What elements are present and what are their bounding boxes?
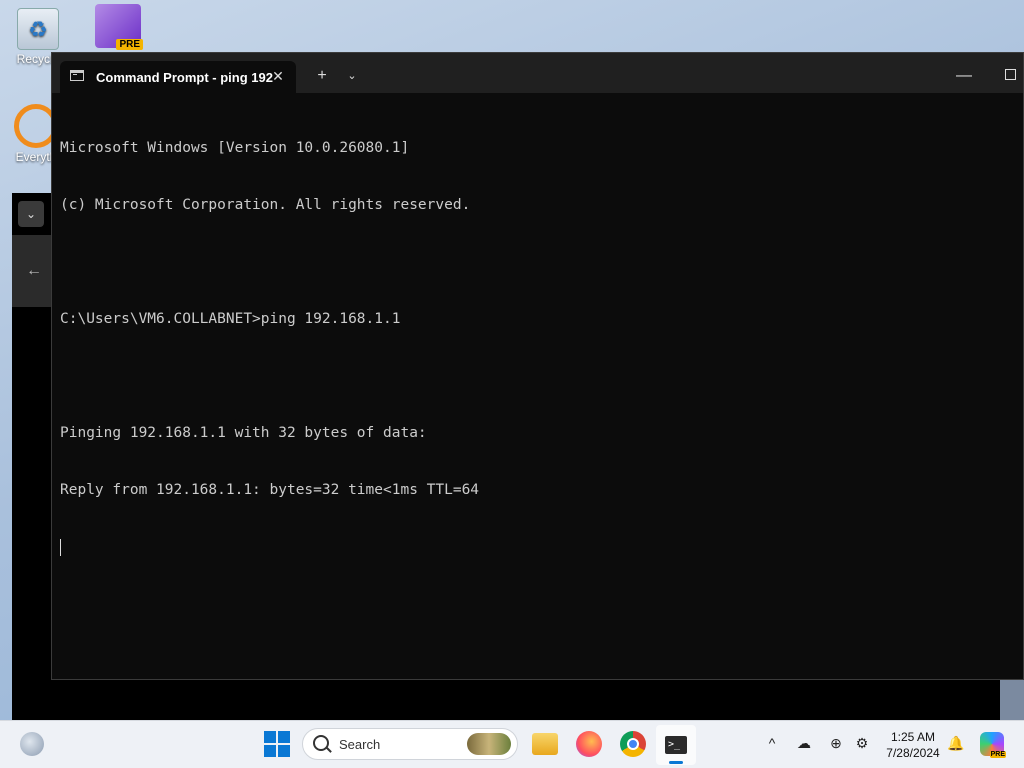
firefox-icon[interactable] [576,731,602,757]
console-line: Microsoft Windows [Version 10.0.26080.1] [60,140,410,156]
text-cursor [60,538,61,556]
title-bar[interactable]: Command Prompt - ping 192 ✕ + ⌄ — [52,53,1023,93]
start-icon[interactable] [264,731,290,757]
background-window-strip [12,680,1000,720]
taskbar-search-box[interactable]: Search [302,728,518,760]
clock-date: 7/28/2024 [886,746,940,760]
terminal-icon: >_ [665,736,687,754]
settings-status-icon[interactable]: ⚙ [852,735,872,752]
clock[interactable]: 1:25 AM 7/28/2024 [878,729,948,761]
maximize-icon [1004,69,1016,80]
console-output[interactable]: Microsoft Windows [Version 10.0.26080.1]… [60,101,1023,679]
tab-close-button[interactable]: ✕ [268,66,288,86]
chrome-icon[interactable] [620,731,646,757]
notification-bell-icon[interactable]: 🔔 [946,735,966,752]
console-line: Pinging 192.168.1.1 with 32 bytes of dat… [60,425,427,441]
network-icon[interactable]: ⊕ [826,735,846,752]
console-line: (c) Microsoft Corporation. All rights re… [60,197,471,213]
tab-title: Command Prompt - ping 192 [96,70,273,85]
maximize-button[interactable] [998,65,1022,89]
visual-studio-icon: PRE [95,4,143,50]
tab-dropdown-button[interactable]: ⌄ [340,65,364,89]
terminal-window: Command Prompt - ping 192 ✕ + ⌄ — Micros… [51,52,1024,680]
search-highlight-image [467,733,511,755]
console-line: Reply from 192.168.1.1: bytes=32 time<1m… [60,482,480,498]
terminal-taskbar-button[interactable]: >_ [656,725,696,765]
console-line: C:\Users\VM6.COLLABNET>ping 192.168.1.1 [60,311,401,327]
onedrive-cloud-icon[interactable]: ☁ [794,735,814,752]
taskbar: Search >_ ^ ☁ ⊕ ⚙ 1:25 AM 7/28/2024 🔔 PR… [0,720,1024,768]
command-prompt-icon [70,70,84,81]
recycle-bin-icon: ♻ [17,8,59,50]
desktop-icon-visual-studio[interactable]: PRE [88,4,148,50]
active-indicator [669,761,683,764]
search-label: Search [339,737,381,752]
clock-time: 1:25 AM [890,730,936,744]
background-notification-snippet [1000,680,1024,720]
copilot-preview-badge: PRE [989,751,1006,758]
chevron-down-icon[interactable]: ⌄ [18,201,44,227]
console-cursor-line [60,538,1023,557]
copilot-icon[interactable]: PRE [980,732,1006,758]
file-explorer-icon[interactable] [532,733,558,755]
show-hidden-icons-chevron-icon[interactable]: ^ [762,735,782,751]
search-icon [313,735,329,751]
minimize-button[interactable]: — [952,65,976,89]
preview-badge: PRE [116,39,143,50]
new-tab-button[interactable]: + [310,65,334,89]
tab-command-prompt[interactable]: Command Prompt - ping 192 ✕ [60,61,296,93]
weather-widget-icon[interactable] [20,732,44,756]
